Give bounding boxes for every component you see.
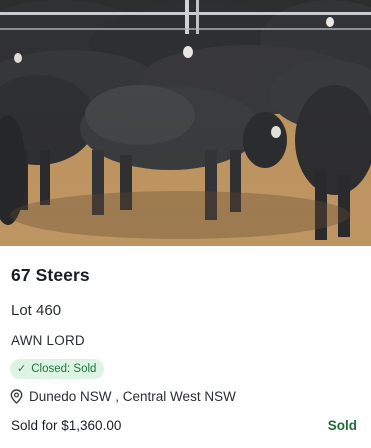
check-icon: ✓ xyxy=(17,362,27,375)
lot-number: Lot 460 xyxy=(11,302,62,319)
cattle-photo-image xyxy=(0,0,371,246)
listing-photo[interactable] xyxy=(0,0,371,246)
sold-price: Sold for $1,360.00 xyxy=(11,418,122,433)
location: Dunedo NSW , Central West NSW xyxy=(10,389,236,404)
vendor-name: AWN LORD xyxy=(11,333,85,348)
status-badge-label: Closed: Sold xyxy=(31,363,97,375)
listing-title[interactable]: 67 Steers xyxy=(11,265,90,286)
map-pin-icon xyxy=(10,389,23,404)
location-text: Dunedo NSW , Central West NSW xyxy=(29,389,236,404)
sale-status-label: Sold xyxy=(327,418,357,433)
status-badge: ✓ Closed: Sold xyxy=(10,359,105,379)
listing-card[interactable]: 67 Steers Lot 460 AWN LORD ✓ Closed: Sol… xyxy=(0,0,371,448)
